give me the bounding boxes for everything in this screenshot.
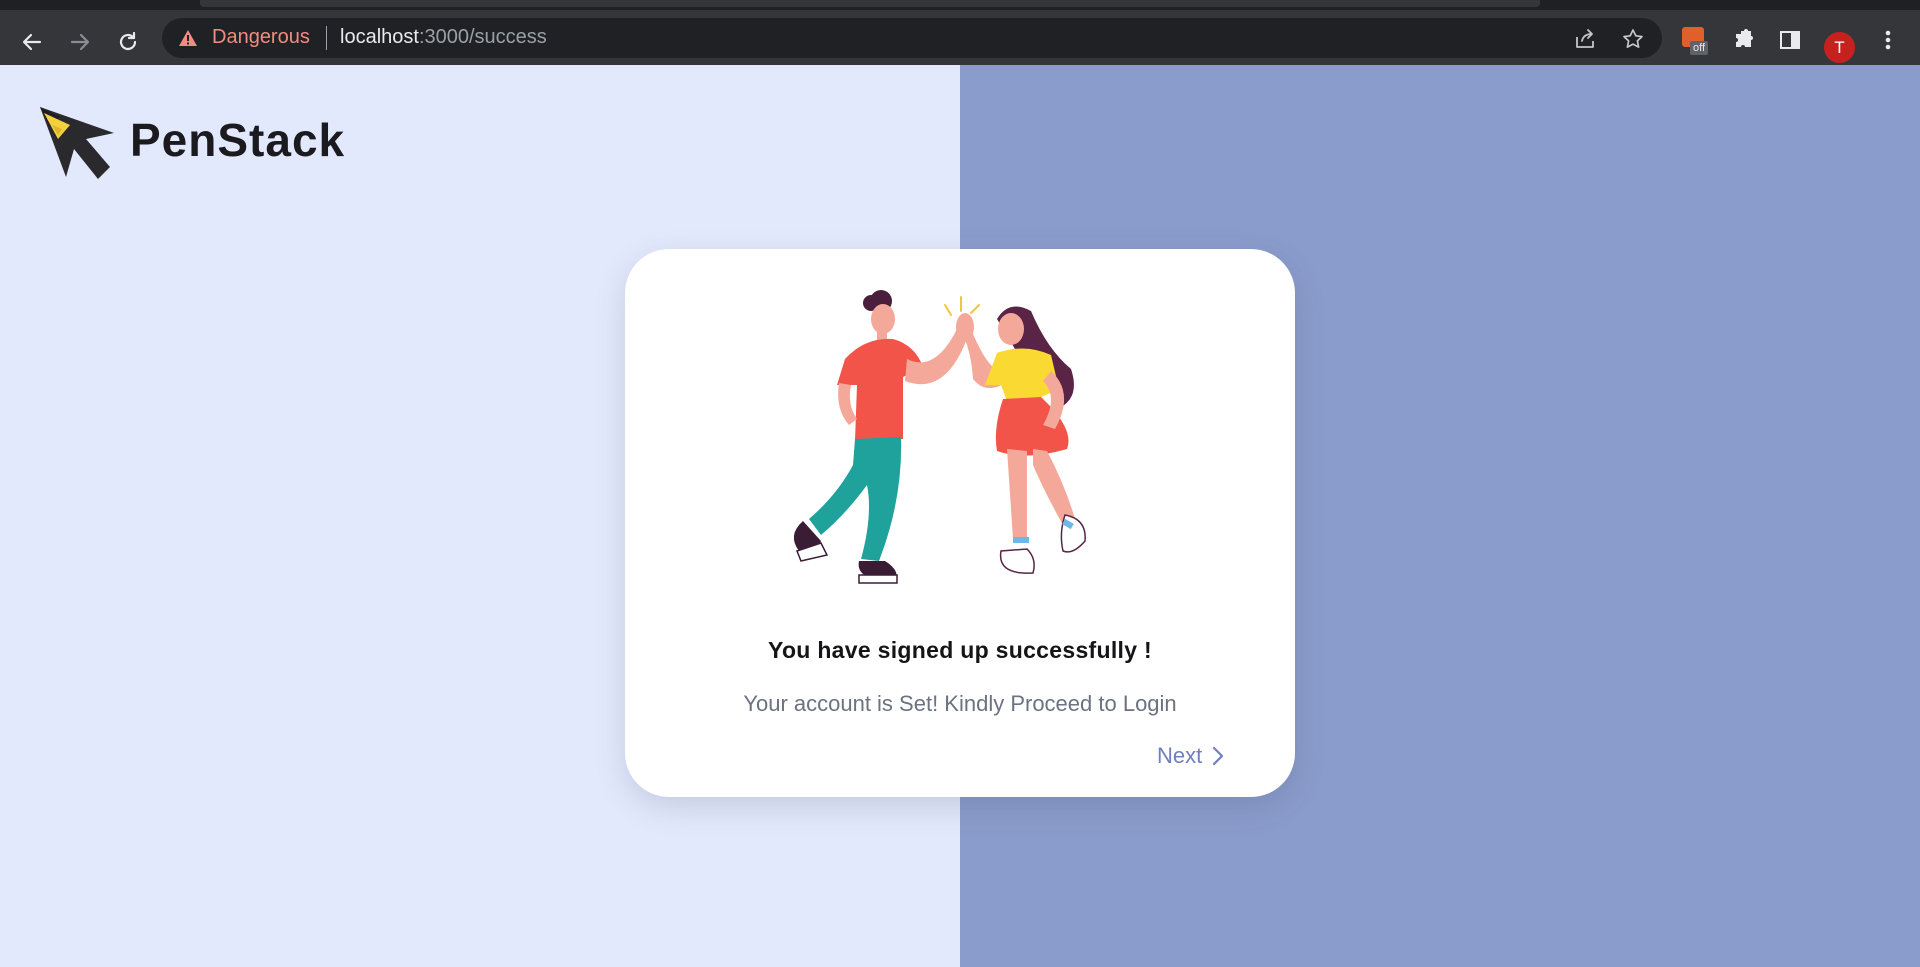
share-button[interactable] [1574,28,1596,50]
woman-figure [957,306,1086,574]
next-button[interactable]: Next [1157,739,1224,773]
pen-cursor-logo-icon [40,107,114,179]
side-panel-icon [1780,31,1800,49]
back-button[interactable] [14,24,50,60]
warning-icon[interactable] [178,29,198,47]
success-headline: You have signed up successfully ! [768,637,1152,663]
sparkle-lines [944,296,980,316]
brand-logo[interactable]: PenStack [36,103,356,185]
arrow-left-icon [22,33,42,51]
browser-menu-button[interactable] [1872,24,1904,56]
forward-button[interactable] [62,24,98,60]
high-five-illustration [793,290,1086,584]
next-button-label: Next [1157,743,1203,768]
url-path: :3000/success [418,26,547,48]
reload-icon [119,31,137,51]
brand-name: PenStack [130,114,346,166]
extension-badge: off [1690,41,1709,55]
extensions-button[interactable] [1728,24,1760,56]
star-icon [1623,29,1643,48]
profile-avatar[interactable]: T [1824,32,1855,63]
side-panel-button[interactable] [1774,24,1806,56]
url-text[interactable]: localhost:3000/success [340,26,547,49]
man-figure [793,290,974,584]
share-icon [1576,29,1594,48]
kebab-menu-icon [1885,30,1891,50]
extension-toggle-button[interactable]: off [1682,27,1710,55]
omnibox-divider [326,26,327,50]
success-subtext: Your account is Set! Kindly Proceed to L… [743,691,1177,716]
puzzle-icon [1736,29,1753,47]
reload-button[interactable] [110,24,146,60]
success-card: You have signed up successfully ! Your a… [625,249,1295,797]
address-bar[interactable]: Dangerous localhost:3000/success [162,18,1662,58]
arrow-right-icon [70,33,90,51]
page-content: PenStack You have signed up successfully… [0,65,1920,967]
security-status-label[interactable]: Dangerous [212,26,310,49]
url-host: localhost [340,26,419,48]
active-tab[interactable] [200,0,1540,7]
bookmark-button[interactable] [1622,28,1644,50]
chevron-right-icon [1213,746,1224,766]
browser-toolbar: Dangerous localhost:3000/success off T [0,10,1920,65]
tab-strip [0,0,1920,10]
